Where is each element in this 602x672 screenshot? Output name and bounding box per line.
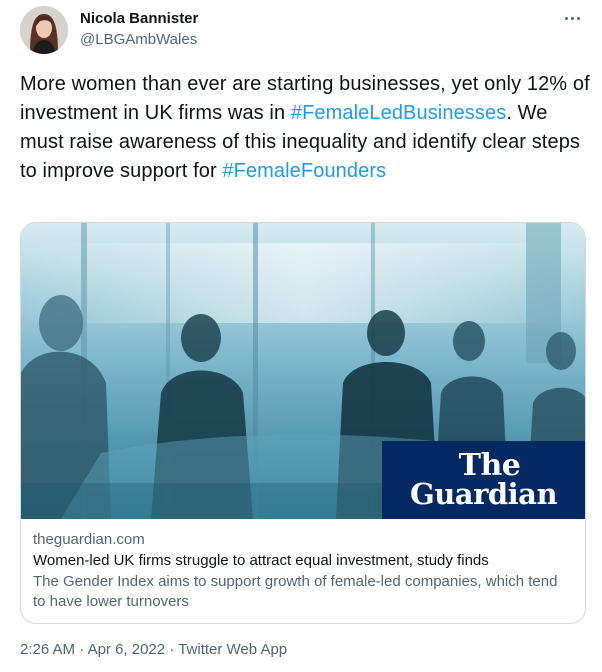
tweet-text: More women than ever are starting busine…	[20, 70, 590, 186]
link-card-title: Women-led UK firms struggle to attract e…	[33, 552, 489, 569]
hashtag-link[interactable]: #FemaleLedBusinesses	[291, 102, 506, 124]
timestamp-separator: ·	[165, 641, 179, 658]
timestamp-time[interactable]: 2:26 AM	[20, 641, 75, 658]
timestamp-separator: ·	[75, 641, 88, 658]
hashtag-link[interactable]: #FemaleFounders	[222, 160, 386, 182]
tweet-source[interactable]: Twitter Web App	[178, 641, 287, 658]
tweet: Nicola Bannister @LBGAmbWales More women…	[0, 0, 602, 672]
author-name[interactable]: Nicola Bannister	[80, 10, 198, 28]
more-horizontal-icon	[570, 16, 574, 20]
guardian-logo-line1: The	[458, 448, 521, 483]
link-card-image[interactable]: The Guardian	[21, 223, 585, 519]
more-horizontal-icon	[576, 16, 580, 20]
link-card-meta[interactable]: theguardian.com Women-led UK firms strug…	[21, 519, 585, 612]
avatar[interactable]	[20, 6, 68, 54]
timestamp-date[interactable]: Apr 6, 2022	[88, 641, 166, 658]
author-handle[interactable]: @LBGAmbWales	[80, 31, 197, 49]
guardian-logo: The Guardian	[382, 441, 585, 519]
more-horizontal-icon	[564, 16, 568, 20]
avatar-photo	[20, 6, 68, 54]
link-card-domain: theguardian.com	[33, 531, 145, 548]
guardian-logo-line2: Guardian	[409, 477, 558, 511]
more-options-button[interactable]	[558, 8, 586, 28]
tweet-timestamp: 2:26 AM · Apr 6, 2022 · Twitter Web App	[20, 640, 287, 660]
link-card-description: The Gender Index aims to support growth …	[33, 573, 558, 610]
link-card[interactable]: The Guardian theguardian.com Women-led U…	[20, 222, 586, 624]
